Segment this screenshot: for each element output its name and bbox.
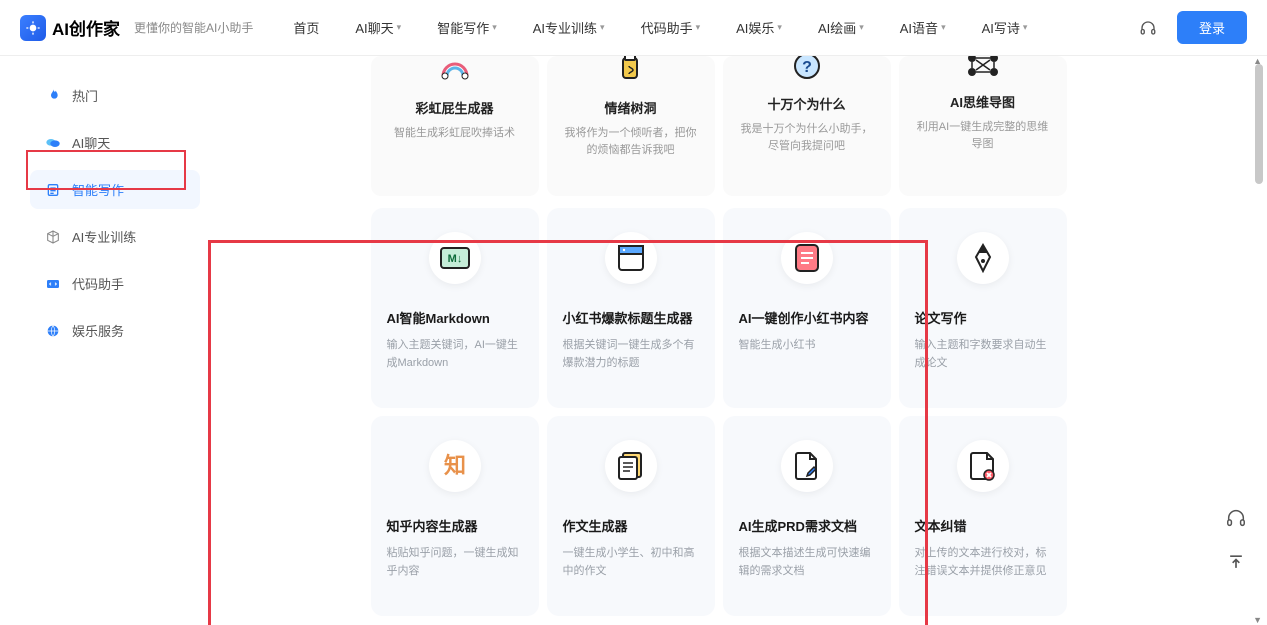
card-emotion[interactable]: 情绪树洞 我将作为一个倾听者，把你的烦恼都告诉我吧 xyxy=(547,56,715,196)
cup-icon xyxy=(615,56,647,86)
chat-icon xyxy=(44,134,62,152)
scroll-down-icon[interactable]: ▼ xyxy=(1253,615,1262,625)
sidebar-item-fun[interactable]: 娱乐服务 xyxy=(30,311,200,350)
mind-icon xyxy=(966,56,1000,80)
header: AI创作家 更懂你的智能AI小助手 首页 AI聊天▾ 智能写作▾ AI专业训练▾… xyxy=(0,0,1267,56)
doc-icon xyxy=(44,181,62,199)
headset-icon[interactable] xyxy=(1139,19,1157,37)
content-area: 彩虹屁生成器 智能生成彩虹屁吹捧话术 情绪树洞 我将作为一个倾听者，把你的烦恼都… xyxy=(200,56,1267,625)
globe-icon xyxy=(44,322,62,340)
tagline: 更懂你的智能AI小助手 xyxy=(134,19,253,36)
chevron-down-icon: ▾ xyxy=(492,22,497,33)
nav-training[interactable]: AI专业训练▾ xyxy=(533,18,605,37)
essay-icon xyxy=(605,440,657,492)
card-xhs-content[interactable]: AI一键创作小红书内容 智能生成小红书 xyxy=(723,208,891,408)
chevron-down-icon: ▾ xyxy=(397,22,402,33)
fire-icon xyxy=(44,87,62,105)
logo-icon xyxy=(20,15,46,41)
main: 热门 AI聊天 智能写作 AI专业训练 代码助手 娱乐服务 xyxy=(0,56,1267,625)
logo[interactable]: AI创作家 xyxy=(20,15,120,41)
sidebar-item-code[interactable]: 代码助手 xyxy=(30,264,200,303)
chevron-down-icon: ▾ xyxy=(777,22,782,33)
scrollbar[interactable]: ▲ ▼ xyxy=(1251,56,1265,625)
chevron-down-icon: ▾ xyxy=(1023,22,1028,33)
support-button[interactable] xyxy=(1223,505,1249,531)
question-icon: ? xyxy=(791,56,823,82)
brand-name: AI创作家 xyxy=(52,15,120,40)
nav-aichat[interactable]: AI聊天▾ xyxy=(355,18,401,37)
card-fixtext[interactable]: 文本纠错 对上传的文本进行校对，标注错误文本并提供修正意见 xyxy=(899,416,1067,616)
header-right: 登录 xyxy=(1139,11,1247,44)
zhi-icon: 知 xyxy=(429,440,481,492)
card-rainbow[interactable]: 彩虹屁生成器 智能生成彩虹屁吹捧话术 xyxy=(371,56,539,196)
sidebar: 热门 AI聊天 智能写作 AI专业训练 代码助手 娱乐服务 xyxy=(0,56,200,625)
prd-icon xyxy=(781,440,833,492)
nav-code[interactable]: 代码助手▾ xyxy=(641,18,701,37)
code-icon xyxy=(44,275,62,293)
pen-icon xyxy=(957,232,1009,284)
top-nav: 首页 AI聊天▾ 智能写作▾ AI专业训练▾ 代码助手▾ AI娱乐▾ AI绘画▾… xyxy=(293,18,1027,37)
fix-icon xyxy=(957,440,1009,492)
card-why[interactable]: ? 十万个为什么 我是十万个为什么小助手，尽管向我提问吧 xyxy=(723,56,891,196)
card-essay[interactable]: 作文生成器 一键生成小学生、初中和高中的作文 xyxy=(547,416,715,616)
rainbow-icon xyxy=(437,56,473,86)
scroll-thumb[interactable] xyxy=(1255,64,1263,184)
cube-icon xyxy=(44,228,62,246)
svg-text:知: 知 xyxy=(443,453,465,478)
back-to-top-button[interactable] xyxy=(1223,549,1249,575)
card-markdown[interactable]: M↓ AI智能Markdown 输入主题关键词，AI一键生成Markdown xyxy=(371,208,539,408)
note-icon xyxy=(781,232,833,284)
sidebar-item-training[interactable]: AI专业训练 xyxy=(30,217,200,256)
nav-voice[interactable]: AI语音▾ xyxy=(900,18,946,37)
sidebar-item-writing[interactable]: 智能写作 xyxy=(30,170,200,209)
chevron-down-icon: ▾ xyxy=(941,22,946,33)
chevron-down-icon: ▾ xyxy=(600,22,605,33)
nav-home[interactable]: 首页 xyxy=(293,18,319,37)
card-prd[interactable]: AI生成PRD需求文档 根据文本描述生成可快速编辑的需求文档 xyxy=(723,416,891,616)
sidebar-item-hot[interactable]: 热门 xyxy=(30,76,200,115)
nav-fun[interactable]: AI娱乐▾ xyxy=(736,18,782,37)
svg-text:?: ? xyxy=(802,59,812,76)
md-icon: M↓ xyxy=(429,232,481,284)
card-zhihu[interactable]: 知 知乎内容生成器 粘贴知乎问题，一键生成知乎内容 xyxy=(371,416,539,616)
login-button[interactable]: 登录 xyxy=(1177,11,1247,44)
window-icon xyxy=(605,232,657,284)
main-grid: M↓ AI智能Markdown 输入主题关键词，AI一键生成Markdown 小… xyxy=(371,208,1067,616)
nav-poem[interactable]: AI写诗▾ xyxy=(982,18,1028,37)
floating-actions xyxy=(1223,505,1249,575)
sidebar-item-aichat[interactable]: AI聊天 xyxy=(30,123,200,162)
chevron-down-icon: ▾ xyxy=(859,22,864,33)
svg-text:M↓: M↓ xyxy=(447,253,462,265)
top-row: 彩虹屁生成器 智能生成彩虹屁吹捧话术 情绪树洞 我将作为一个倾听者，把你的烦恼都… xyxy=(371,56,1067,196)
chevron-down-icon: ▾ xyxy=(696,22,701,33)
nav-writing[interactable]: 智能写作▾ xyxy=(437,18,497,37)
card-xhs-title[interactable]: 小红书爆款标题生成器 根据关键词一键生成多个有爆款潜力的标题 xyxy=(547,208,715,408)
card-mindmap[interactable]: AI思维导图 利用AI一键生成完整的思维导图 xyxy=(899,56,1067,196)
card-thesis[interactable]: 论文写作 输入主题和字数要求自动生成论文 xyxy=(899,208,1067,408)
nav-paint[interactable]: AI绘画▾ xyxy=(818,18,864,37)
